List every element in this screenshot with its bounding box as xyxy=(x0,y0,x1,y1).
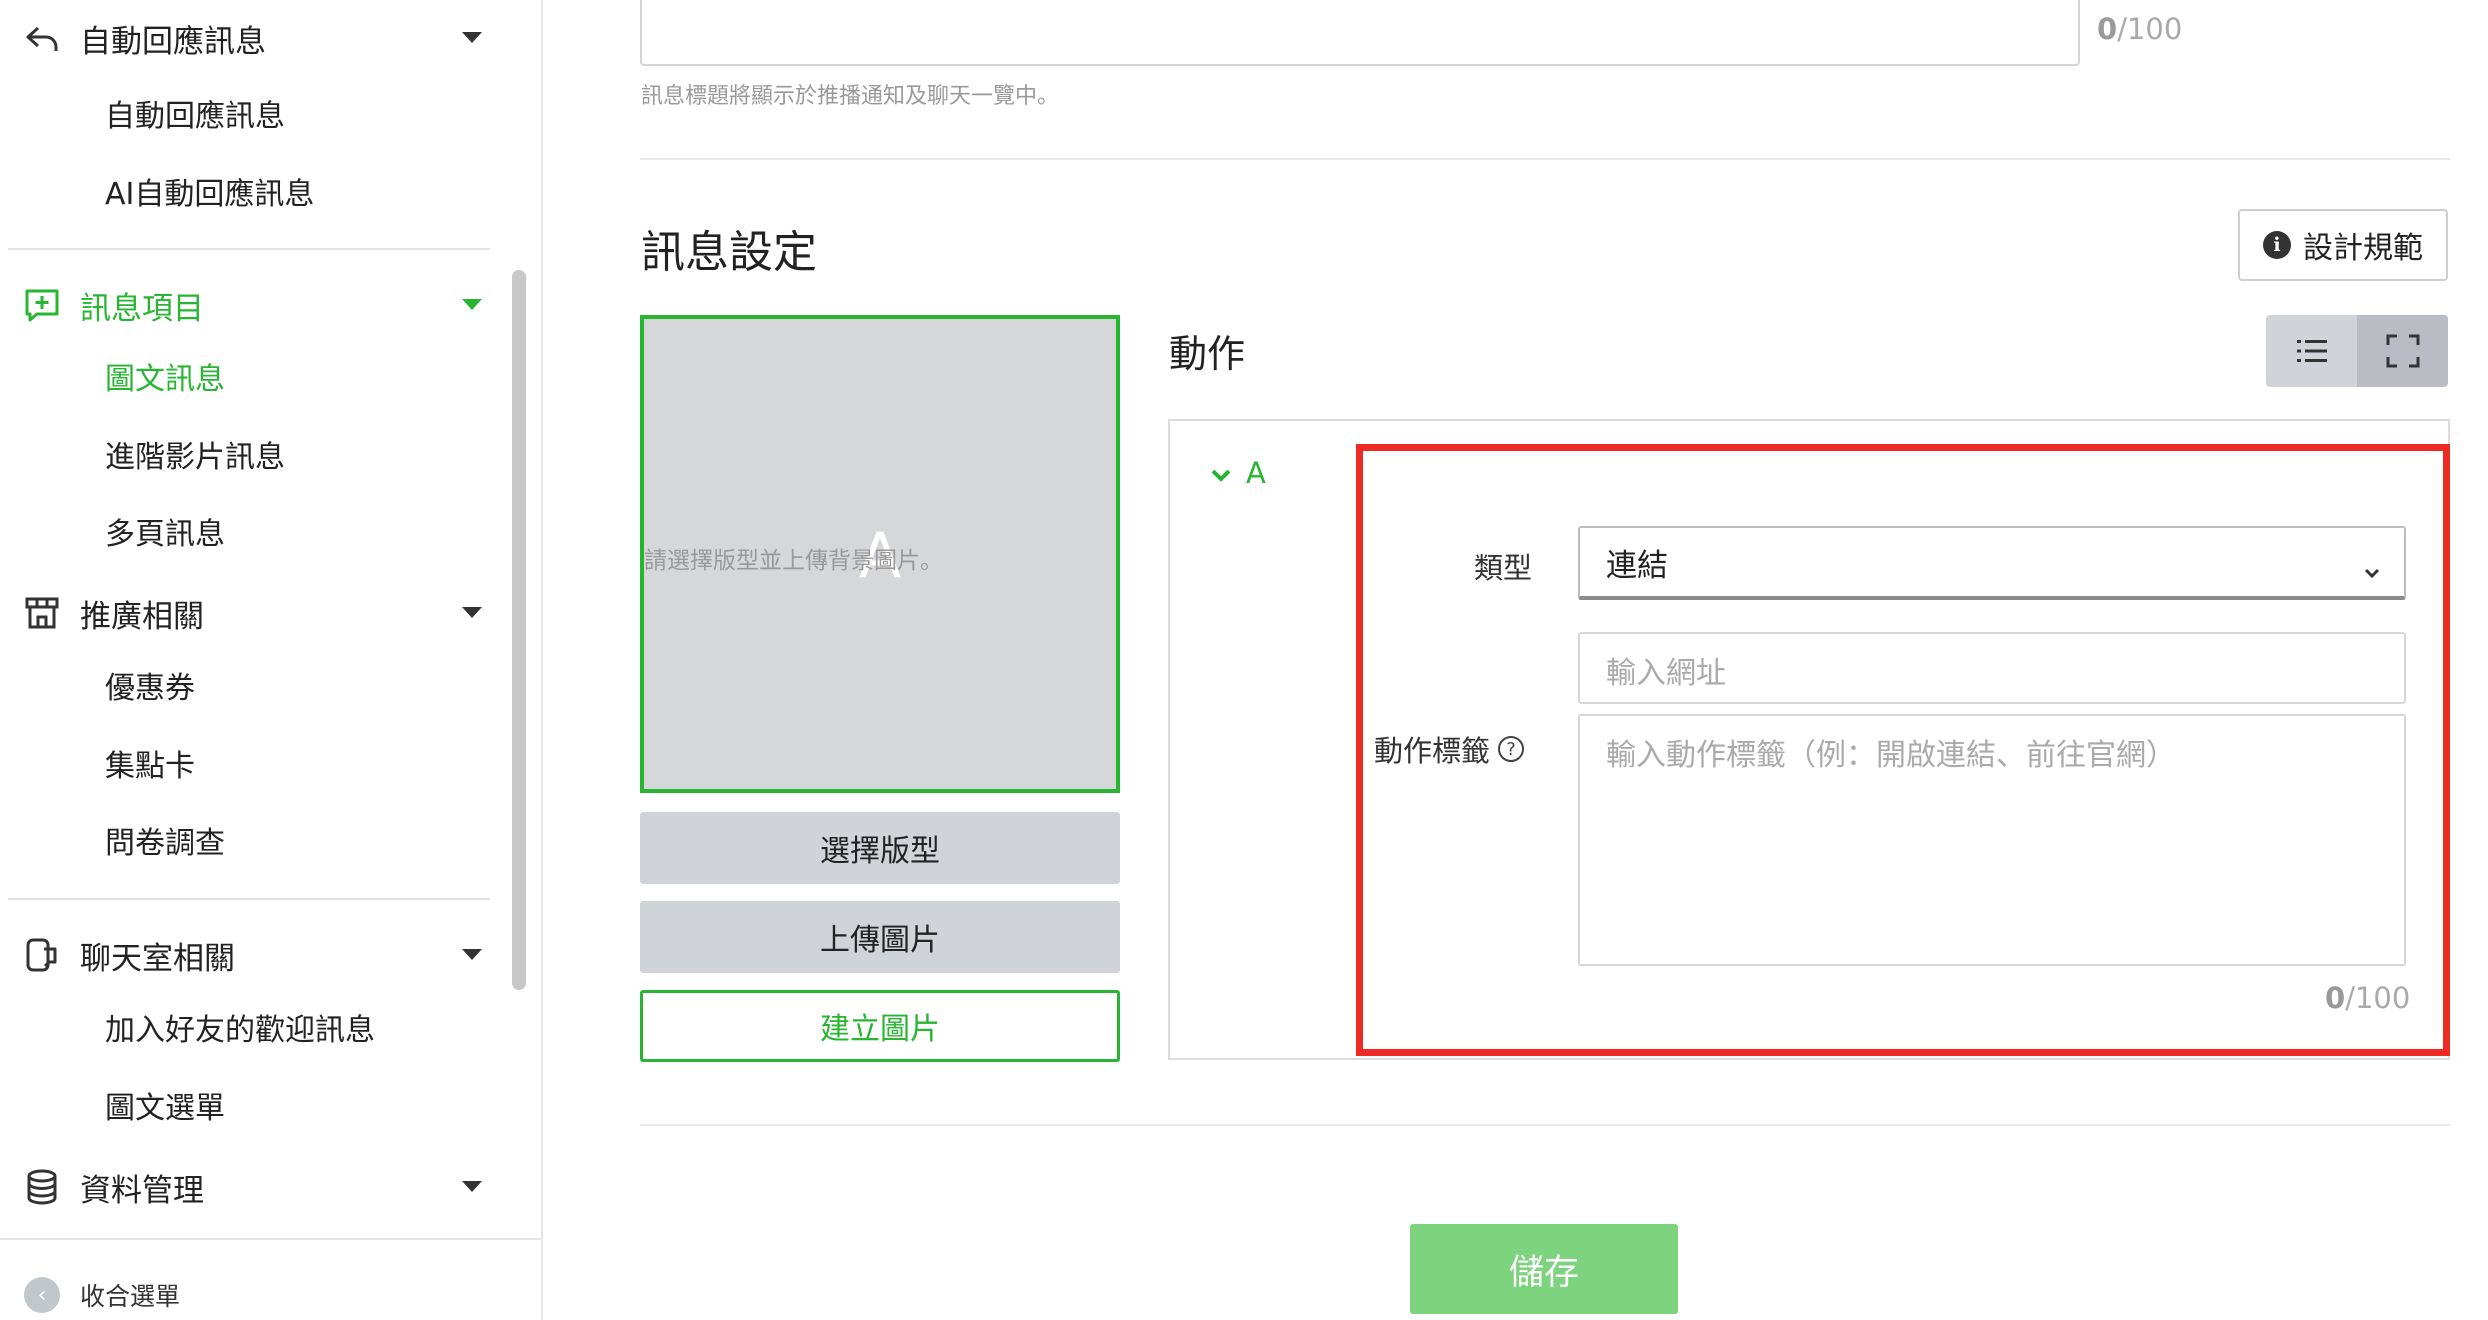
sidebar-group-label: 聊天室相關 xyxy=(80,940,235,977)
design-guide-button[interactable]: i 設計規範 xyxy=(2238,209,2448,281)
image-preview-area[interactable]: A 請選擇版型並上傳背景圖片。 xyxy=(640,315,1120,793)
sidebar-group-data-management[interactable]: 資料管理 xyxy=(22,1157,482,1217)
divider xyxy=(8,898,490,900)
sidebar-item-coupon[interactable]: 優惠券 xyxy=(105,664,195,714)
create-image-button[interactable]: 建立圖片 xyxy=(640,990,1120,1062)
sidebar-group-label: 自動回應訊息 xyxy=(80,23,266,60)
area-tab-label: A xyxy=(1246,456,1266,490)
fullscreen-view-button[interactable] xyxy=(2357,315,2448,387)
chevron-down-icon xyxy=(462,1181,482,1192)
chevron-down-icon xyxy=(462,949,482,960)
info-icon: i xyxy=(2263,231,2291,259)
url-input-placeholder: 輸入網址 xyxy=(1606,656,1726,691)
chevron-down-icon xyxy=(462,32,482,43)
sidebar-item-video-message[interactable]: 進階影片訊息 xyxy=(105,433,285,483)
collapse-menu-button[interactable]: ‹ 收合選單 xyxy=(24,1277,180,1313)
sidebar-item-point-card[interactable]: 集點卡 xyxy=(105,742,195,792)
action-title: 動作 xyxy=(1169,332,1246,376)
type-select-value: 連結 xyxy=(1606,547,1668,584)
chevron-down-icon xyxy=(2362,552,2382,588)
sidebar-group-promotion[interactable]: 推廣相關 xyxy=(22,583,482,643)
title-hint: 訊息標題將顯示於推播通知及聊天一覽中。 xyxy=(641,84,1060,109)
list-view-button[interactable] xyxy=(2266,315,2357,387)
sidebar-item-auto-reply[interactable]: 自動回應訊息 xyxy=(105,92,285,142)
url-input[interactable]: 輸入網址 xyxy=(1578,632,2406,704)
save-button[interactable]: 儲存 xyxy=(1410,1224,1678,1314)
sidebar: 自動回應訊息 自動回應訊息 AI自動回應訊息 訊息項目 圖文訊息 進階影片訊息 … xyxy=(0,0,543,1320)
upload-image-button[interactable]: 上傳圖片 xyxy=(640,901,1120,973)
chat-icon xyxy=(22,935,62,975)
sidebar-group-label: 資料管理 xyxy=(80,1172,204,1209)
choose-layout-button[interactable]: 選擇版型 xyxy=(640,812,1120,884)
sidebar-item-multipage-message[interactable]: 多頁訊息 xyxy=(105,510,225,560)
action-label-label: 動作標籤 xyxy=(1374,734,1491,768)
chevron-down-icon xyxy=(462,299,482,310)
help-icon[interactable]: ? xyxy=(1498,736,1525,762)
title-char-counter: 0/100 xyxy=(2097,12,2183,46)
chevron-down-icon xyxy=(1210,456,1232,490)
chevron-down-icon xyxy=(462,607,482,618)
chevron-left-icon: ‹ xyxy=(24,1277,60,1313)
sidebar-group-message-items[interactable]: 訊息項目 xyxy=(22,275,482,335)
action-label-field-label: 動作標籤 ? xyxy=(1374,728,1525,770)
reply-icon xyxy=(22,18,62,58)
design-guide-label: 設計規範 xyxy=(2303,231,2423,266)
area-tab-a[interactable]: A xyxy=(1210,456,1266,490)
sidebar-item-survey[interactable]: 問卷調查 xyxy=(105,819,225,869)
message-add-icon xyxy=(22,285,62,325)
collapse-menu-label: 收合選單 xyxy=(80,1282,181,1311)
store-icon xyxy=(22,593,62,633)
sidebar-item-ai-auto-reply[interactable]: AI自動回應訊息 xyxy=(105,170,314,220)
type-select[interactable]: 連結 xyxy=(1578,526,2406,600)
divider xyxy=(8,248,490,250)
action-label-textarea[interactable]: 輸入動作標籤（例：開啟連結、前往官網） xyxy=(1578,714,2406,966)
sidebar-group-label: 推廣相關 xyxy=(80,598,204,635)
list-icon xyxy=(2296,340,2327,362)
sidebar-item-rich-menu[interactable]: 圖文選單 xyxy=(105,1084,225,1134)
sidebar-scrollbar[interactable] xyxy=(512,270,526,990)
type-label: 類型 xyxy=(1474,551,1533,585)
sidebar-footer: ‹ 收合選單 xyxy=(0,1238,543,1320)
sidebar-item-welcome-message[interactable]: 加入好友的歡迎訊息 xyxy=(105,1006,375,1056)
section-title: 訊息設定 xyxy=(641,227,817,278)
message-title-input[interactable] xyxy=(640,0,2080,66)
preview-hint: 請選擇版型並上傳背景圖片。 xyxy=(644,548,943,574)
sidebar-group-auto-reply[interactable]: 自動回應訊息 xyxy=(22,8,482,68)
action-label-char-counter: 0/100 xyxy=(2325,981,2411,1015)
action-label-placeholder: 輸入動作標籤（例：開啟連結、前往官網） xyxy=(1606,738,2176,773)
divider xyxy=(640,158,2450,160)
sidebar-item-rich-message[interactable]: 圖文訊息 xyxy=(105,355,225,405)
divider xyxy=(640,1124,2450,1126)
sidebar-group-chat[interactable]: 聊天室相關 xyxy=(22,925,482,985)
database-icon xyxy=(22,1167,62,1207)
sidebar-group-label: 訊息項目 xyxy=(80,290,204,327)
view-toggle xyxy=(2266,315,2448,387)
fullscreen-icon xyxy=(2386,334,2419,368)
